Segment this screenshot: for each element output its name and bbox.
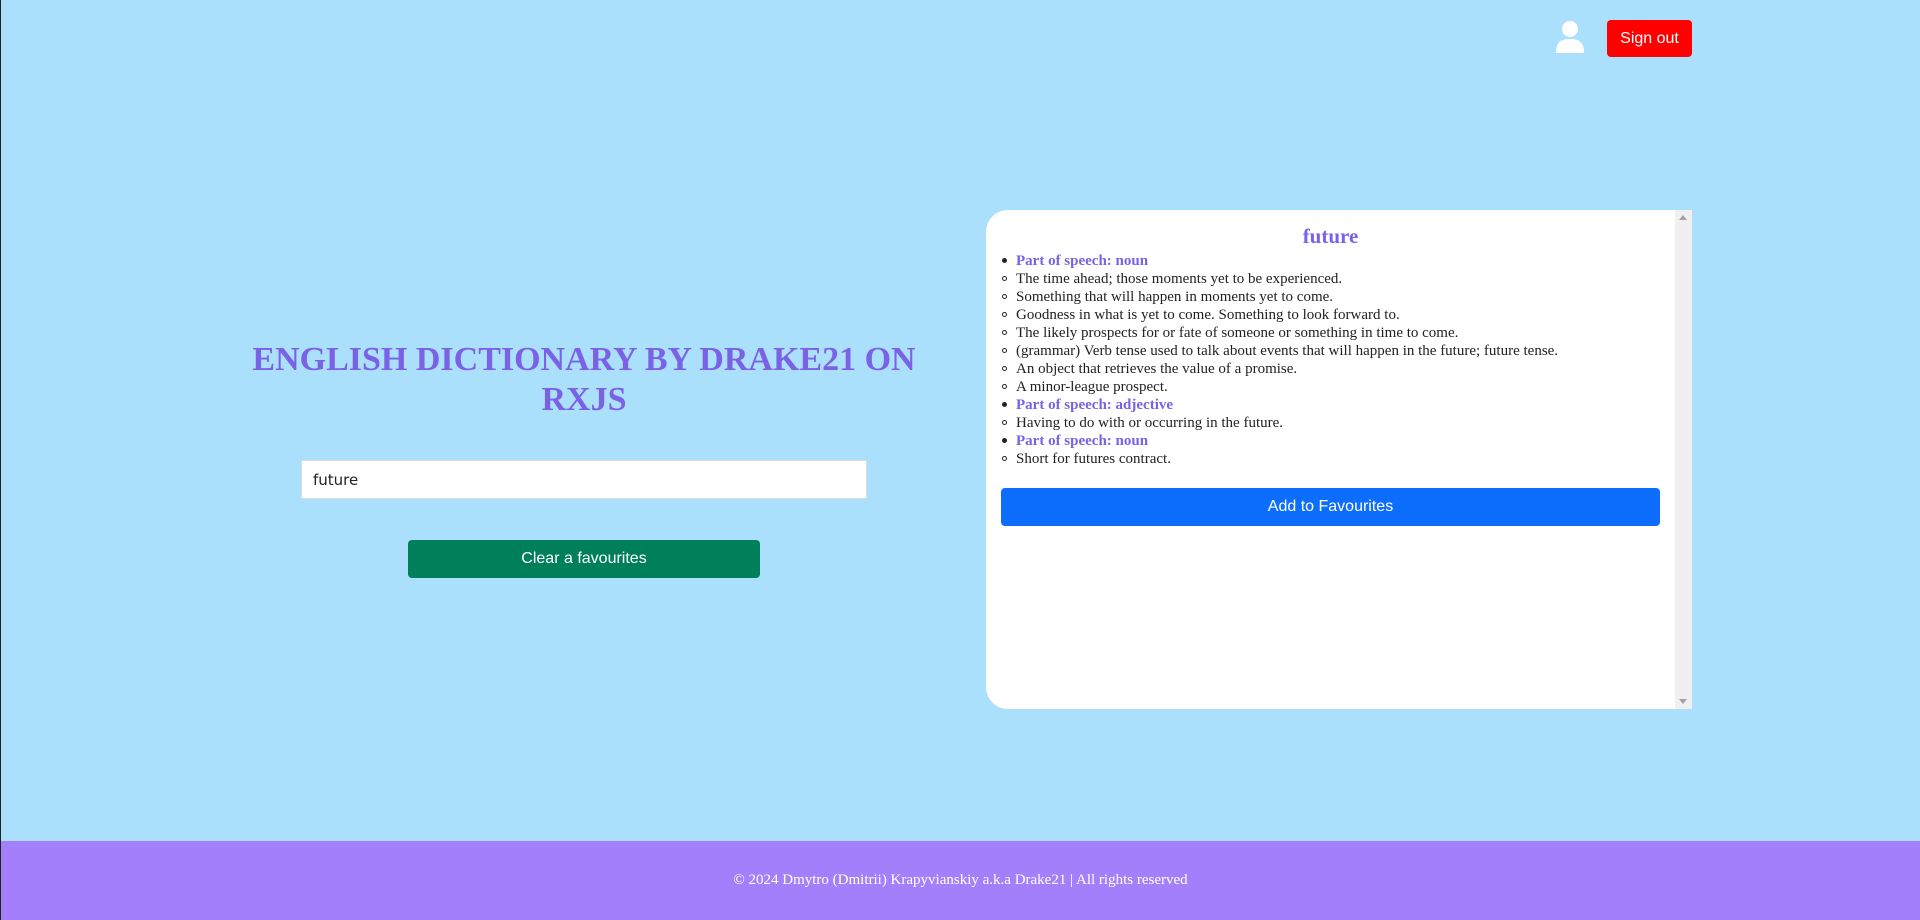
- search-input[interactable]: future: [301, 460, 867, 499]
- definition-item: Goodness in what is yet to come. Somethi…: [1001, 306, 1660, 324]
- definition-item: Short for futures contract.: [1001, 450, 1660, 468]
- search-input-value: future: [313, 470, 359, 489]
- definition-item: Something that will happen in moments ye…: [1001, 288, 1660, 306]
- user-icon-graphic: [1556, 21, 1584, 53]
- definition-item: (grammar) Verb tense used to talk about …: [1001, 342, 1660, 360]
- footer-copyright: © 2024 Dmytro (Dmitrii) Krapyvianskiy a.…: [733, 872, 1188, 888]
- scroll-down-arrow-icon[interactable]: [1679, 699, 1687, 704]
- part-of-speech-item: Part of speech: adjective: [1001, 396, 1660, 414]
- sign-out-button[interactable]: Sign out: [1607, 20, 1692, 57]
- scroll-up-arrow-icon[interactable]: [1679, 215, 1687, 220]
- add-to-favourites-button[interactable]: Add to Favourites: [1001, 488, 1660, 526]
- clear-favourites-button[interactable]: Clear a favourites: [408, 540, 760, 578]
- definition-content: future Part of speech: noun The time ahea…: [986, 210, 1675, 709]
- definition-list: Part of speech: noun The time ahead; thos…: [1001, 252, 1660, 468]
- definition-card[interactable]: future Part of speech: noun The time ahea…: [986, 210, 1692, 709]
- definition-item: The time ahead; those moments yet to be …: [1001, 270, 1660, 288]
- definition-item: A minor-league prospect.: [1001, 378, 1660, 396]
- definition-item: An object that retrieves the value of a …: [1001, 360, 1660, 378]
- footer: © 2024 Dmytro (Dmitrii) Krapyvianskiy a.…: [1, 841, 1920, 920]
- page-title: ENGLISH DICTIONARY BY DRAKE21 ON RXJS: [252, 341, 916, 418]
- part-of-speech-item: Part of speech: noun: [1001, 252, 1660, 270]
- word-title: future: [1302, 224, 1359, 248]
- card-scrollbar[interactable]: [1675, 210, 1692, 709]
- definition-item: The likely prospects for or fate of some…: [1001, 324, 1660, 342]
- part-of-speech-item: Part of speech: noun: [1001, 432, 1660, 450]
- definition-item: Having to do with or occurring in the fu…: [1001, 414, 1660, 432]
- user-icon[interactable]: [1555, 20, 1585, 54]
